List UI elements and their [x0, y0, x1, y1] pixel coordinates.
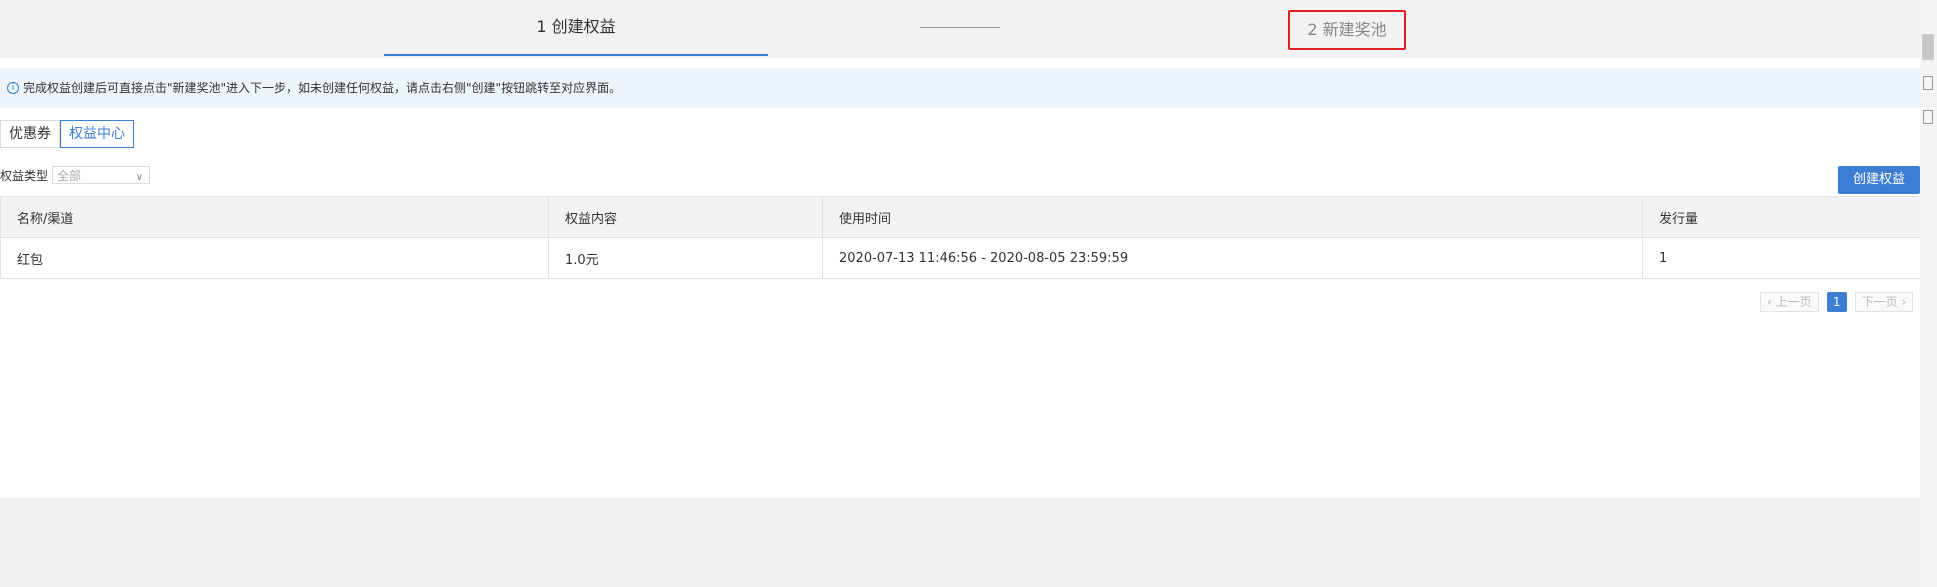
filter-select-value: 全部	[57, 169, 82, 183]
create-benefit-button[interactable]: 创建权益	[1838, 166, 1920, 194]
table-row[interactable]: 红包 1.0元 2020-07-13 11:46:56 - 2020-08-05…	[0, 237, 1921, 279]
step-bar: 1 创建权益 2 新建奖池	[0, 0, 1920, 58]
chevron-left-icon: ‹	[1767, 295, 1776, 309]
pagination: ‹ 上一页 1 下一页 ›	[1760, 292, 1914, 312]
chevron-down-icon: ∨	[135, 172, 144, 183]
cell-name: 红包	[0, 237, 549, 279]
next-page-button[interactable]: 下一页 ›	[1854, 292, 1914, 312]
column-header-time: 使用时间	[822, 196, 1643, 238]
next-page-label: 下一页	[1861, 295, 1898, 309]
info-icon: i	[7, 81, 19, 94]
cell-time: 2020-07-13 11:46:56 - 2020-08-05 23:59:5…	[822, 237, 1643, 279]
benefit-type-select[interactable]: 全部 ∨	[52, 166, 151, 184]
cell-quantity: 1	[1642, 237, 1921, 279]
prev-page-label: 上一页	[1775, 295, 1812, 309]
column-header-name: 名称/渠道	[0, 196, 549, 238]
tab-coupon[interactable]: 优惠券	[0, 120, 60, 148]
cell-content: 1.0元	[548, 237, 823, 279]
scrollbar-thumb[interactable]	[1922, 34, 1934, 60]
tab-group: 优惠券 权益中心	[0, 120, 134, 148]
side-document-icon[interactable]	[1923, 110, 1933, 124]
column-header-quantity: 发行量	[1642, 196, 1921, 238]
filter-label: 权益类型	[0, 168, 49, 183]
chevron-right-icon: ›	[1897, 295, 1907, 309]
tab-benefit-center[interactable]: 权益中心	[60, 120, 134, 148]
step-new-prize-pool[interactable]: 2 新建奖池	[1288, 10, 1406, 50]
step-create-benefit[interactable]: 1 创建权益	[384, 0, 768, 56]
main-content: i 完成权益创建后可直接点击"新建奖池"进入下一步，如未创建任何权益，请点击右侧"…	[0, 58, 1921, 498]
prev-page-button[interactable]: ‹ 上一页	[1760, 292, 1819, 312]
benefit-table: 名称/渠道 权益内容 使用时间 发行量 红包 1.0元 2020-07-13 1…	[0, 196, 1921, 279]
filter-row: 权益类型 全部 ∨	[0, 166, 151, 184]
notice-text: 完成权益创建后可直接点击"新建奖池"进入下一步，如未创建任何权益，请点击右侧"创…	[23, 81, 622, 95]
step-connector	[920, 27, 1000, 28]
side-document-icon[interactable]	[1923, 76, 1933, 90]
column-header-content: 权益内容	[548, 196, 823, 238]
page-number-current[interactable]: 1	[1826, 292, 1847, 312]
table-header-row: 名称/渠道 权益内容 使用时间 发行量	[0, 196, 1921, 238]
notice-banner: i 完成权益创建后可直接点击"新建奖池"进入下一步，如未创建任何权益，请点击右侧"…	[0, 68, 1920, 108]
